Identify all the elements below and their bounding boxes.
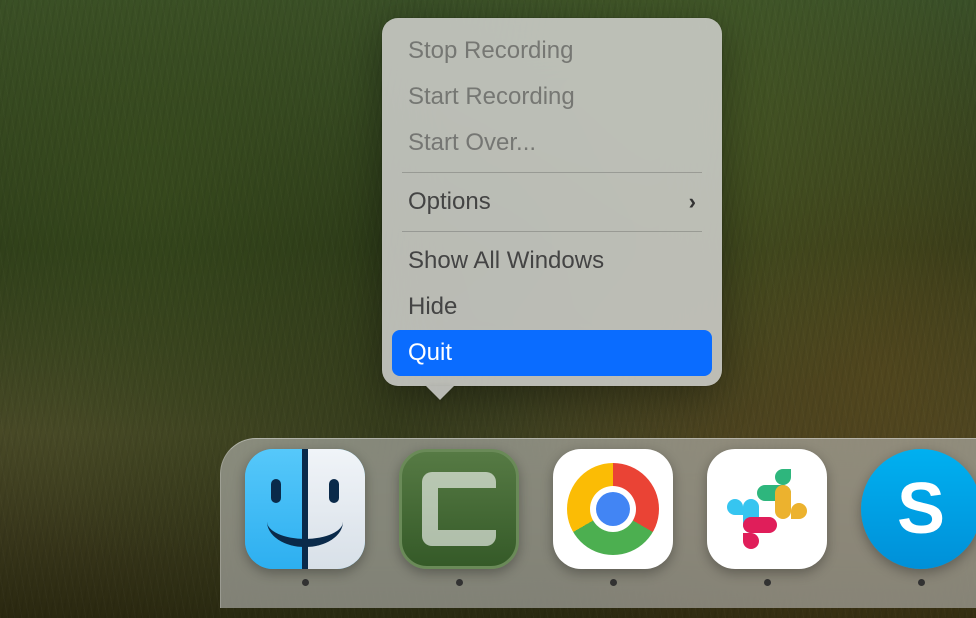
skype-icon: S — [861, 449, 976, 569]
menu-item-show-all-windows[interactable]: Show All Windows — [392, 238, 712, 284]
running-indicator — [302, 579, 309, 586]
menu-item-label: Options — [408, 188, 491, 216]
dock-item-slack[interactable] — [707, 449, 827, 586]
chevron-right-icon: › — [689, 189, 696, 215]
menu-pointer — [426, 386, 454, 400]
skype-s-glyph: S — [897, 468, 945, 550]
menu-separator — [402, 172, 702, 173]
dock-item-finder[interactable] — [245, 449, 365, 586]
dock-context-menu: Stop Recording Start Recording Start Ove… — [382, 18, 722, 386]
menu-item-label: Start Recording — [408, 83, 575, 111]
menu-item-label: Show All Windows — [408, 247, 604, 275]
menu-item-label: Stop Recording — [408, 37, 573, 65]
menu-item-label: Quit — [408, 339, 452, 367]
dock-item-skype[interactable]: S — [861, 449, 976, 586]
menu-item-start-over[interactable]: Start Over... — [392, 120, 712, 166]
menu-item-start-recording[interactable]: Start Recording — [392, 74, 712, 120]
slack-icon — [707, 449, 827, 569]
dock: S — [220, 438, 976, 608]
dock-item-chrome[interactable] — [553, 449, 673, 586]
dock-container: S — [200, 428, 976, 618]
chrome-icon — [553, 449, 673, 569]
menu-item-options[interactable]: Options › — [392, 179, 712, 225]
menu-item-label: Start Over... — [408, 129, 536, 157]
menu-item-stop-recording[interactable]: Stop Recording — [392, 28, 712, 74]
menu-item-quit[interactable]: Quit — [392, 330, 712, 376]
camtasia-icon — [399, 449, 519, 569]
running-indicator — [764, 579, 771, 586]
finder-icon — [245, 449, 365, 569]
menu-separator — [402, 231, 702, 232]
running-indicator — [610, 579, 617, 586]
running-indicator — [456, 579, 463, 586]
menu-item-label: Hide — [408, 293, 457, 321]
menu-item-hide[interactable]: Hide — [392, 284, 712, 330]
dock-item-camtasia[interactable] — [399, 449, 519, 586]
running-indicator — [918, 579, 925, 586]
